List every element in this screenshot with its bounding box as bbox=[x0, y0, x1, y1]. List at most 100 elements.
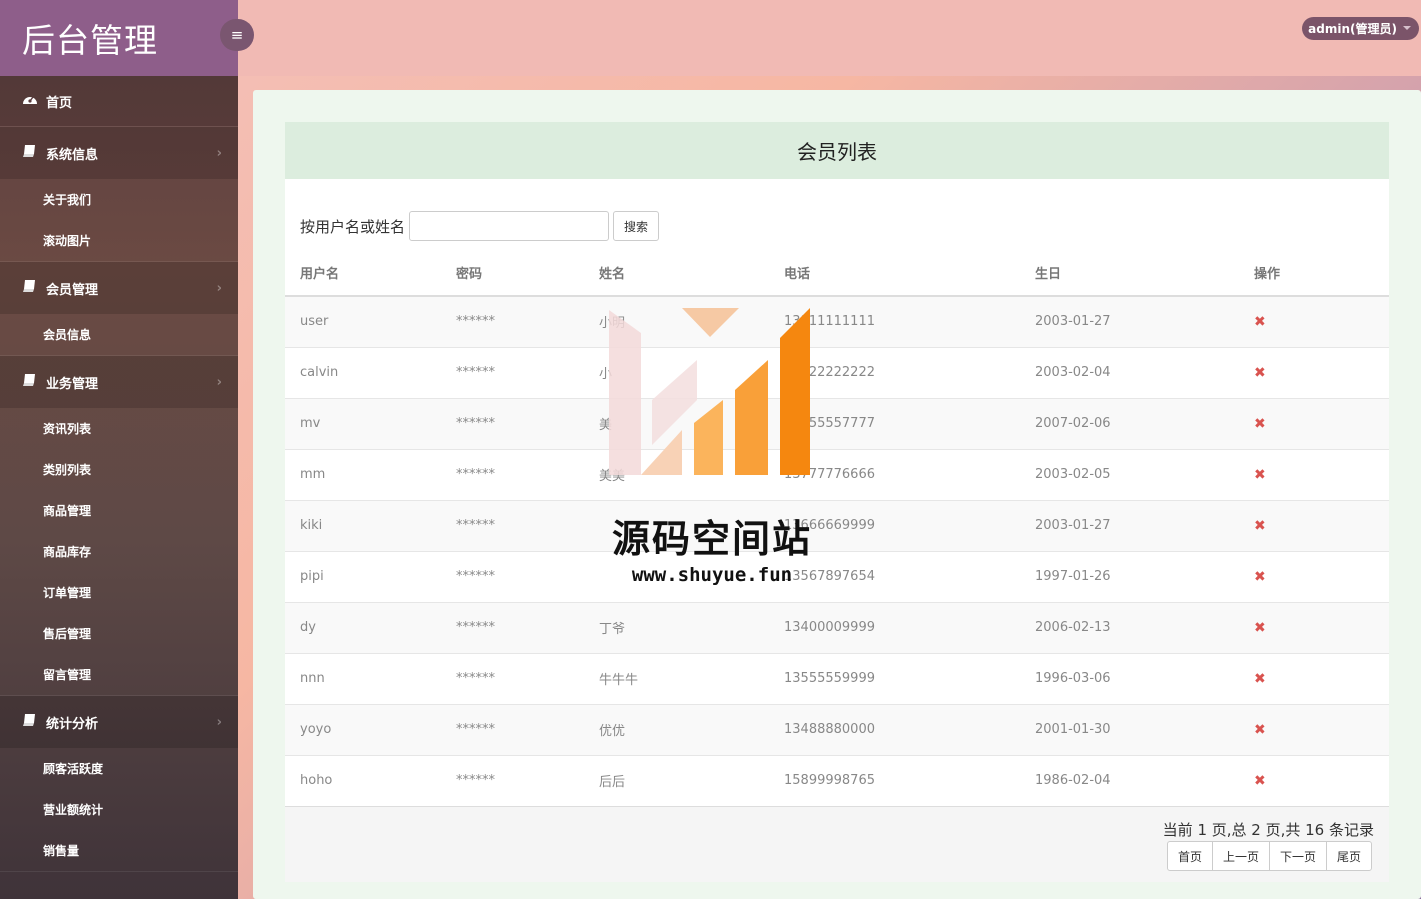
sidebar-subitem[interactable]: 售后管理 bbox=[0, 613, 238, 654]
table-row: mm ****** 美美 13777776666 2003-02-05 ✖ bbox=[285, 448, 1389, 500]
sidebar-subitem-label: 售后管理 bbox=[43, 627, 92, 641]
pager-button[interactable]: 上一页 bbox=[1211, 841, 1270, 871]
table-cell: 丁爷 bbox=[584, 601, 769, 653]
sidebar-subitem-label: 会员信息 bbox=[43, 328, 92, 342]
table-cell: ****** bbox=[441, 295, 584, 347]
sidebar-group-label: 会员管理 bbox=[46, 282, 99, 298]
sidebar-subitem[interactable]: 销售量 bbox=[0, 830, 238, 871]
pagination-info: 当前 1 页,总 2 页,共 16 条记录 bbox=[1162, 821, 1374, 839]
sidebar-subitem[interactable]: 滚动图片 bbox=[0, 220, 238, 261]
sidebar-group-label: 统计分析 bbox=[46, 716, 99, 732]
table-row: kiki ****** 13666669999 2003-01-27 ✖ bbox=[285, 499, 1389, 551]
table-cell: 优优 bbox=[584, 703, 769, 755]
user-dropdown[interactable]: admin(管理员) bbox=[1302, 17, 1419, 40]
sidebar-subitem-label: 资讯列表 bbox=[43, 422, 92, 436]
book-icon bbox=[22, 144, 46, 162]
sidebar-subitem[interactable]: 商品库存 bbox=[0, 531, 238, 572]
sidebar-subitem[interactable]: 资讯列表 bbox=[0, 408, 238, 449]
delete-icon[interactable]: ✖ bbox=[1254, 722, 1266, 738]
table-cell: 13777776666 bbox=[769, 448, 1020, 500]
table-row: calvin ****** 小 13222222222 2003-02-04 ✖ bbox=[285, 346, 1389, 398]
delete-icon[interactable]: ✖ bbox=[1254, 365, 1266, 381]
pagination: 当前 1 页,总 2 页,共 16 条记录 首页 上一页 下一页 尾页 bbox=[285, 806, 1389, 882]
action-cell: ✖ bbox=[1239, 550, 1389, 602]
sidebar-subitem-label: 滚动图片 bbox=[43, 234, 92, 248]
column-header: 用户名 bbox=[285, 250, 441, 297]
sidebar-subitem[interactable]: 营业额统计 bbox=[0, 789, 238, 830]
action-cell: ✖ bbox=[1239, 652, 1389, 704]
table-cell: ****** bbox=[441, 550, 584, 602]
sidebar-group-label: 业务管理 bbox=[46, 376, 99, 392]
search-button[interactable]: 搜索 bbox=[613, 211, 660, 241]
table-cell: 15899998765 bbox=[769, 754, 1020, 806]
sidebar-item-home[interactable]: 首页 bbox=[0, 76, 238, 126]
delete-icon[interactable]: ✖ bbox=[1254, 416, 1266, 432]
sidebar-subitem[interactable]: 类别列表 bbox=[0, 449, 238, 490]
table-cell: ****** bbox=[441, 448, 584, 500]
sidebar-subitem[interactable]: 订单管理 bbox=[0, 572, 238, 613]
sidebar-subitem-label: 顾客活跃度 bbox=[43, 762, 104, 776]
delete-icon[interactable]: ✖ bbox=[1254, 467, 1266, 483]
table-cell: pipi bbox=[285, 550, 441, 602]
menu-toggle-button[interactable]: ≡ bbox=[220, 19, 254, 51]
sidebar-group-header[interactable]: 统计分析 › bbox=[0, 696, 238, 748]
table-cell: 美美 bbox=[584, 448, 769, 500]
top-header: ≡ admin(管理员) bbox=[220, 0, 1421, 76]
action-cell: ✖ bbox=[1239, 295, 1389, 347]
action-cell: ✖ bbox=[1239, 448, 1389, 500]
delete-icon[interactable]: ✖ bbox=[1254, 518, 1266, 534]
table-cell: 13555557777 bbox=[769, 397, 1020, 449]
sidebar-group-header[interactable]: 会员管理 › bbox=[0, 262, 238, 314]
column-header: 生日 bbox=[1020, 250, 1239, 297]
action-cell: ✖ bbox=[1239, 346, 1389, 398]
sidebar-group-label: 系统信息 bbox=[46, 147, 99, 163]
table-cell: 1996-03-06 bbox=[1020, 652, 1239, 704]
pager-button[interactable]: 尾页 bbox=[1325, 841, 1372, 871]
sidebar-subitem-label: 商品管理 bbox=[43, 504, 92, 518]
member-table: 用户名 密码 姓名 电话 生日 操作 user ****** 小明 13111111111 200… bbox=[285, 250, 1389, 806]
table-cell: 13555559999 bbox=[769, 652, 1020, 704]
sidebar-group-header[interactable]: 业务管理 › bbox=[0, 356, 238, 408]
action-cell: ✖ bbox=[1239, 397, 1389, 449]
table-cell: 小 bbox=[584, 346, 769, 398]
table-cell: nnn bbox=[285, 652, 441, 704]
search-bar: 按用户名或姓名 搜索 bbox=[300, 211, 660, 241]
table-cell: 13111111111 bbox=[769, 295, 1020, 347]
chevron-right-icon: › bbox=[216, 145, 222, 161]
table-cell: 2006-02-13 bbox=[1020, 601, 1239, 653]
table-cell: 13400009999 bbox=[769, 601, 1020, 653]
column-header: 密码 bbox=[441, 250, 584, 297]
table-row: pipi ****** 13567897654 1997-01-26 ✖ bbox=[285, 550, 1389, 602]
delete-icon[interactable]: ✖ bbox=[1254, 773, 1266, 789]
column-header: 操作 bbox=[1239, 250, 1389, 297]
search-input[interactable] bbox=[409, 211, 610, 241]
table-row: yoyo ****** 优优 13488880000 2001-01-30 ✖ bbox=[285, 703, 1389, 755]
caret-down-icon bbox=[1403, 26, 1411, 30]
pager-button[interactable]: 下一页 bbox=[1268, 841, 1327, 871]
sidebar-subitem-label: 商品库存 bbox=[43, 545, 92, 559]
sidebar-menu: 首页 系统信息 › 关于我们 滚动图片 会员管理 › 会员信息 业务管理 › 资讯列表 类别列表 商品管… bbox=[0, 76, 238, 872]
sidebar-subitem[interactable]: 会员信息 bbox=[0, 314, 238, 355]
main-panel: 会员列表 按用户名或姓名 搜索 用户名 密码 姓名 电话 生日 操作 user ******… bbox=[253, 90, 1421, 899]
sidebar-group-home: 首页 bbox=[0, 76, 238, 127]
delete-icon[interactable]: ✖ bbox=[1254, 314, 1266, 330]
table-cell: 1997-01-26 bbox=[1020, 550, 1239, 602]
sidebar-subitem[interactable]: 顾客活跃度 bbox=[0, 748, 238, 789]
column-header: 姓名 bbox=[584, 250, 769, 297]
table-cell: 13222222222 bbox=[769, 346, 1020, 398]
sidebar-subitem[interactable]: 商品管理 bbox=[0, 490, 238, 531]
delete-icon[interactable]: ✖ bbox=[1254, 620, 1266, 636]
pager-button[interactable]: 首页 bbox=[1166, 841, 1213, 871]
table-cell: 2003-01-27 bbox=[1020, 499, 1239, 551]
table-cell: dy bbox=[285, 601, 441, 653]
sidebar-group-header[interactable]: 系统信息 › bbox=[0, 127, 238, 179]
sidebar-subitem[interactable]: 留言管理 bbox=[0, 654, 238, 695]
table-row: user ****** 小明 13111111111 2003-01-27 ✖ bbox=[285, 295, 1389, 347]
delete-icon[interactable]: ✖ bbox=[1254, 569, 1266, 585]
sidebar-group: 会员管理 › 会员信息 bbox=[0, 262, 238, 356]
table-cell: ****** bbox=[441, 499, 584, 551]
sidebar-subitem-label: 关于我们 bbox=[43, 193, 92, 207]
page-title: 会员列表 bbox=[285, 122, 1389, 179]
sidebar-subitem[interactable]: 关于我们 bbox=[0, 179, 238, 220]
delete-icon[interactable]: ✖ bbox=[1254, 671, 1266, 687]
